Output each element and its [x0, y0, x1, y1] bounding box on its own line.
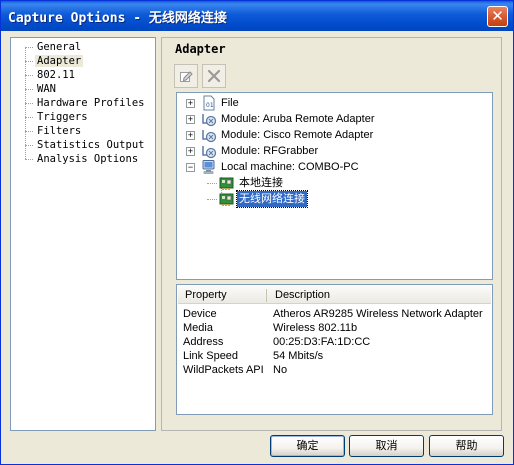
nav-item-statistics-output[interactable]: Statistics Output — [25, 138, 146, 152]
nav-item-label: Adapter — [35, 55, 84, 67]
property-column-header[interactable]: Property — [178, 286, 266, 304]
property-name: WildPackets API — [183, 364, 264, 376]
module-icon — [201, 111, 217, 127]
page-title: Adapter — [175, 42, 226, 56]
property-value: No — [273, 364, 288, 376]
delete-x-icon — [207, 69, 221, 83]
property-value: Atheros AR9285 Wireless Network Adapter — [273, 308, 483, 320]
nav-item-label: Analysis Options — [37, 153, 139, 165]
window-title: Capture Options - 无线网络连接 — [8, 11, 227, 26]
nav-item-filters[interactable]: Filters — [25, 124, 146, 138]
nav-item-label: General — [37, 41, 82, 53]
property-value: 54 Mbits/s — [273, 350, 324, 362]
options-nav-tree: General Adapter 802.11 WAN Hardware Profiles… — [25, 40, 146, 166]
nav-item-label: 802.11 — [37, 69, 75, 81]
tree-node-label: Module: Aruba Remote Adapter — [221, 113, 375, 125]
nav-item-802-11[interactable]: 802.11 — [25, 68, 146, 82]
nav-item-label: Filters — [37, 125, 82, 137]
property-name: Media — [183, 322, 213, 334]
close-button[interactable]: ✕ — [487, 6, 508, 27]
tree-node-label: Module: Cisco Remote Adapter — [221, 129, 374, 141]
tree-node-adapter[interactable]: 无线网络连接 — [177, 190, 487, 208]
property-name: Device — [183, 308, 217, 320]
edit-button[interactable] — [174, 64, 198, 88]
file-icon: 01 — [201, 95, 217, 111]
help-button[interactable]: 帮助 — [429, 435, 504, 457]
property-name: Link Speed — [183, 350, 239, 362]
expand-plus-icon[interactable]: + — [186, 99, 195, 108]
nav-item-analysis-options[interactable]: Analysis Options — [25, 152, 146, 166]
nav-item-label: Hardware Profiles — [37, 97, 145, 109]
svg-text:01: 01 — [206, 102, 214, 109]
tree-node-root[interactable]: +01 File — [177, 95, 487, 111]
expand-plus-icon[interactable]: + — [186, 115, 195, 124]
tree-node-label: Local machine: COMBO-PC — [221, 161, 359, 173]
nav-item-label: WAN — [37, 83, 56, 95]
module-icon — [201, 127, 217, 143]
tree-node-label: File — [221, 97, 239, 109]
adapter-tree: +01 File + Module: Aruba Remote Adapter + Mod… — [176, 92, 493, 280]
tree-node-root[interactable]: − Local machine: COMBO-PC — [177, 159, 487, 175]
nav-item-general[interactable]: General — [25, 40, 146, 54]
network-adapter-icon — [219, 175, 235, 191]
ok-button[interactable]: 确定 — [270, 435, 345, 457]
tree-connector-line — [207, 199, 217, 200]
nav-item-label: Statistics Output — [37, 139, 145, 151]
tree-connector-line — [207, 183, 217, 184]
property-name: Address — [183, 336, 224, 348]
nav-item-adapter[interactable]: Adapter — [25, 54, 146, 68]
tree-node-label: 无线网络连接 — [236, 190, 308, 208]
property-row[interactable]: Address 00:25:D3:FA:1D:CC — [177, 335, 490, 349]
expand-plus-icon[interactable]: + — [186, 147, 195, 156]
title-bar[interactable]: Capture Options - 无线网络连接 ✕ — [1, 1, 513, 31]
delete-button[interactable] — [202, 64, 226, 88]
property-row[interactable]: Device Atheros AR9285 Wireless Network Ad… — [177, 307, 490, 321]
nav-item-hardware-profiles[interactable]: Hardware Profiles — [25, 96, 146, 110]
collapse-minus-icon[interactable]: − — [186, 163, 195, 172]
property-value: 00:25:D3:FA:1D:CC — [273, 336, 371, 348]
tree-node-root[interactable]: + Module: RFGrabber — [177, 143, 487, 159]
computer-icon — [201, 159, 217, 175]
nav-item-wan[interactable]: WAN — [25, 82, 146, 96]
tree-node-label: Module: RFGrabber — [221, 145, 319, 157]
options-nav-panel: General Adapter 802.11 WAN Hardware Profiles… — [10, 37, 156, 431]
properties-header: Property Description — [178, 286, 491, 304]
tree-node-root[interactable]: + Module: Cisco Remote Adapter — [177, 127, 487, 143]
description-column-header[interactable]: Description — [268, 286, 491, 304]
tree-node-adapter[interactable]: 本地连接 — [177, 175, 487, 191]
tree-node-label: 本地连接 — [239, 177, 283, 189]
edit-icon — [180, 71, 193, 82]
adapter-panel: Adapter +01 File + Module: Aruba Remote Ada… — [161, 37, 502, 431]
property-row[interactable]: WildPackets API No — [177, 363, 490, 377]
property-row[interactable]: Link Speed 54 Mbits/s — [177, 349, 490, 363]
nav-item-triggers[interactable]: Triggers — [25, 110, 146, 124]
cancel-button[interactable]: 取消 — [349, 435, 424, 457]
network-adapter-icon — [219, 191, 235, 207]
nav-item-label: Triggers — [37, 111, 88, 123]
expand-plus-icon[interactable]: + — [186, 131, 195, 140]
properties-list: Property Description Device Atheros AR928… — [176, 284, 493, 415]
property-value: Wireless 802.11b — [273, 322, 358, 334]
property-row[interactable]: Media Wireless 802.11b — [177, 321, 490, 335]
capture-options-dialog: Capture Options - 无线网络连接 ✕ General Adapte… — [0, 0, 514, 465]
tree-node-root[interactable]: + Module: Aruba Remote Adapter — [177, 111, 487, 127]
column-separator[interactable] — [266, 289, 267, 302]
module-icon — [201, 143, 217, 159]
